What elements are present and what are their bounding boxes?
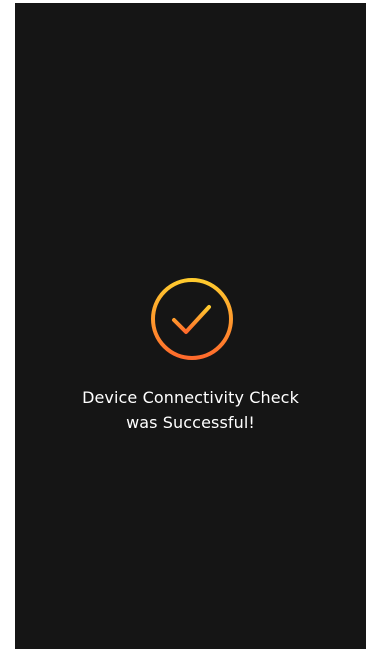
success-message-line-2: was Successful! <box>126 413 255 432</box>
success-screen: Device Connectivity Check was Successful… <box>15 3 366 649</box>
success-message-line-1: Device Connectivity Check <box>82 388 299 407</box>
success-message: Device Connectivity Check was Successful… <box>15 385 366 435</box>
check-circle-icon <box>149 276 235 362</box>
